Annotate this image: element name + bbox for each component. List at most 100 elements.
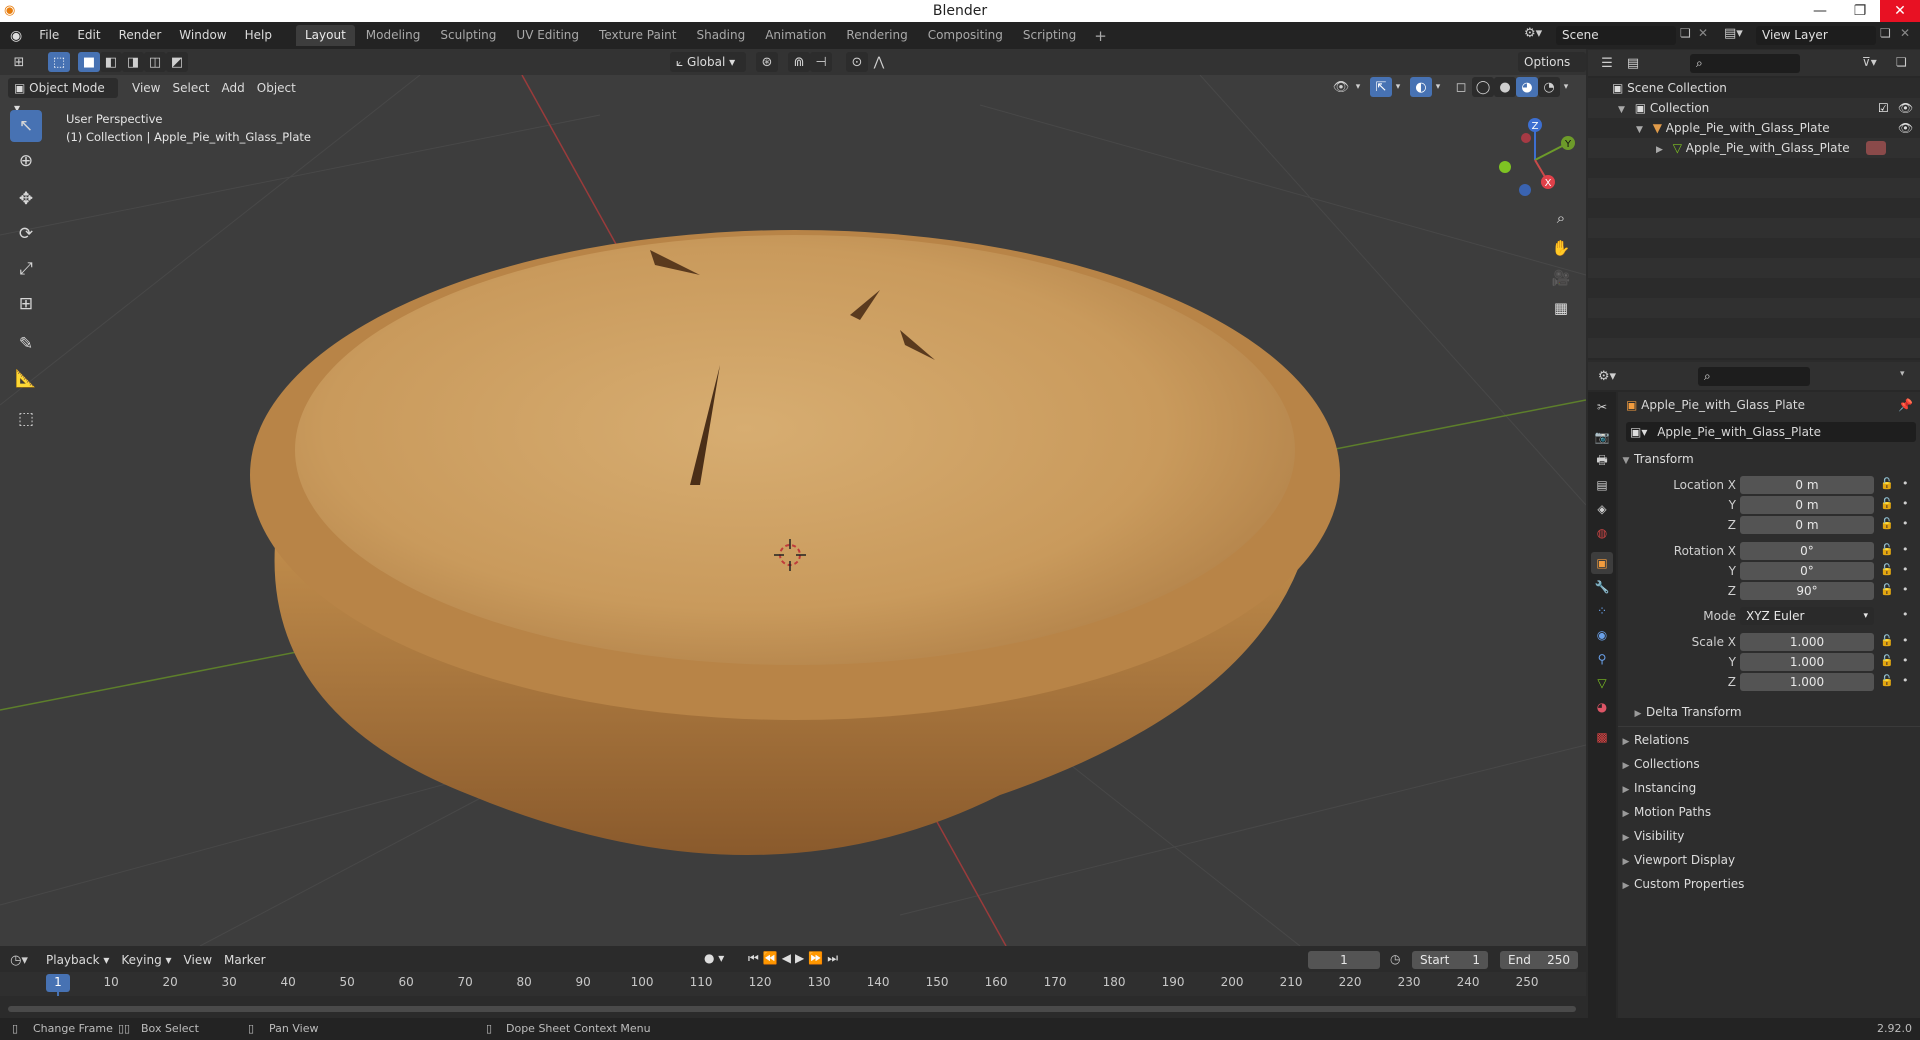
collection-visibility-eye-icon[interactable]: 👁 bbox=[1898, 98, 1913, 118]
tab-modeling[interactable]: Modeling bbox=[357, 25, 430, 46]
overlay-toggle-icon[interactable]: ◐ bbox=[1410, 77, 1432, 97]
object-datablock-field[interactable]: ▣▾ Apple_Pie_with_Glass_Plate bbox=[1626, 422, 1916, 442]
location-z-field[interactable]: 0 m bbox=[1740, 516, 1874, 534]
timeline-menu-keying[interactable]: Keying ▾ bbox=[115, 950, 177, 970]
scale-x-field[interactable]: 1.000 bbox=[1740, 633, 1874, 651]
snap-target-icon[interactable]: ⊣ bbox=[810, 52, 832, 72]
constraints-tab-icon[interactable]: ⚲ bbox=[1591, 648, 1613, 670]
tab-rendering[interactable]: Rendering bbox=[837, 25, 916, 46]
mode-dropdown[interactable]: ▣ Object Mode ▾ bbox=[8, 78, 118, 115]
lock-icon[interactable]: 🔓 bbox=[1880, 634, 1894, 647]
render-tab-icon[interactable]: 📷 bbox=[1591, 426, 1613, 448]
rotation-z-field[interactable]: 90° bbox=[1740, 582, 1874, 600]
data-tab-icon[interactable]: ▽ bbox=[1591, 672, 1613, 694]
lock-icon[interactable]: 🔓 bbox=[1880, 654, 1894, 667]
play-reverse-icon[interactable]: ◀ bbox=[782, 951, 795, 965]
lock-icon[interactable]: 🔓 bbox=[1880, 543, 1894, 556]
object-tab-icon[interactable]: ▣ bbox=[1591, 552, 1613, 574]
relations-section[interactable]: ▶ Relations bbox=[1618, 728, 1920, 752]
output-tab-icon[interactable]: 🖶 bbox=[1591, 450, 1613, 472]
keyframe-dot-icon[interactable]: • bbox=[1902, 674, 1909, 687]
lock-icon[interactable]: 🔓 bbox=[1880, 517, 1894, 530]
rotate-tool-icon[interactable]: ⟳ bbox=[10, 218, 42, 250]
current-frame-field[interactable]: 1 bbox=[1308, 951, 1380, 969]
modifier-tab-icon[interactable]: 🔧 bbox=[1591, 576, 1613, 598]
lock-icon[interactable]: 🔓 bbox=[1880, 497, 1894, 510]
filter-icon[interactable]: ⊽▾ bbox=[1862, 55, 1877, 69]
mode-intersect-icon[interactable]: ◩ bbox=[166, 52, 188, 72]
rotation-x-field[interactable]: 0° bbox=[1740, 542, 1874, 560]
object-visibility-eye-icon[interactable]: 👁 bbox=[1898, 118, 1913, 138]
scale-tool-icon[interactable]: ⤢ bbox=[10, 253, 42, 285]
mode-new-icon[interactable]: ■ bbox=[78, 52, 100, 72]
lock-icon[interactable]: 🔓 bbox=[1880, 477, 1894, 490]
lock-icon[interactable]: 🔓 bbox=[1880, 674, 1894, 687]
material-icon[interactable] bbox=[1866, 141, 1886, 155]
frame-ruler[interactable]: 1 10 20 30 40 50 60 70 80 90 100 110 120 130 140 150 160… bbox=[0, 972, 1586, 1008]
add-cube-tool-icon[interactable]: ⬚ bbox=[10, 403, 42, 435]
lock-icon[interactable]: 🔓 bbox=[1880, 583, 1894, 596]
visibility-dropdown-icon[interactable]: ▾ bbox=[1352, 77, 1364, 97]
shading-dropdown-icon[interactable]: ▾ bbox=[1560, 77, 1572, 97]
timeline-menu-playback[interactable]: Playback ▾ bbox=[40, 950, 115, 970]
custom-properties-section[interactable]: ▶ Custom Properties bbox=[1618, 872, 1920, 896]
use-preview-range-icon[interactable]: ◷ bbox=[1390, 952, 1400, 966]
menu-window[interactable]: Window bbox=[170, 22, 235, 49]
cursor-tool-icon[interactable]: ⊕ bbox=[10, 145, 42, 177]
viewport-menu-select[interactable]: Select bbox=[166, 78, 215, 98]
outliner-row-object[interactable]: ▼ ▼ Apple_Pie_with_Glass_Plate 👁 bbox=[1588, 118, 1920, 138]
keyframe-dot-icon[interactable]: • bbox=[1902, 583, 1909, 596]
viewport-menu-view[interactable]: View bbox=[126, 78, 166, 98]
outliner-search-input[interactable]: ⌕ bbox=[1690, 54, 1800, 73]
camera-view-icon[interactable]: 🎥 bbox=[1548, 265, 1574, 291]
menu-render[interactable]: Render bbox=[110, 22, 171, 49]
gizmo-toggle-icon[interactable]: ⇱ bbox=[1370, 77, 1392, 97]
outliner-row-scene-collection[interactable]: ▣ Scene Collection bbox=[1588, 78, 1920, 98]
play-icon[interactable]: ▶ bbox=[795, 951, 808, 965]
pin-icon[interactable]: 📌 bbox=[1898, 392, 1913, 418]
zoom-icon[interactable]: ⌕ bbox=[1548, 205, 1574, 231]
tab-animation[interactable]: Animation bbox=[756, 25, 835, 46]
timeline-scrollbar[interactable] bbox=[8, 1006, 1576, 1012]
jump-start-icon[interactable]: ⏮ bbox=[748, 951, 763, 965]
material-tab-icon[interactable]: ◕ bbox=[1591, 696, 1613, 718]
move-tool-icon[interactable]: ✥ bbox=[10, 183, 42, 215]
physics-tab-icon[interactable]: ◉ bbox=[1591, 624, 1613, 646]
tab-scripting[interactable]: Scripting bbox=[1014, 25, 1085, 46]
restore-icon[interactable]: ❐ bbox=[1840, 0, 1880, 22]
new-view-layer-icon[interactable]: ❏ bbox=[1880, 26, 1891, 40]
tab-texture-paint[interactable]: Texture Paint bbox=[590, 25, 685, 46]
visibility-eye-icon[interactable]: 👁 bbox=[1330, 77, 1352, 97]
viewport-display-section[interactable]: ▶ Viewport Display bbox=[1618, 848, 1920, 872]
world-tab-icon[interactable]: ◍ bbox=[1591, 522, 1613, 544]
pan-hand-icon[interactable]: ✋ bbox=[1548, 235, 1574, 261]
ortho-grid-icon[interactable]: ▦ bbox=[1548, 295, 1574, 321]
gizmo-dropdown-icon[interactable]: ▾ bbox=[1392, 77, 1404, 97]
instancing-section[interactable]: ▶ Instancing bbox=[1618, 776, 1920, 800]
visibility-section[interactable]: ▶ Visibility bbox=[1618, 824, 1920, 848]
shading-wireframe-icon[interactable]: ◯ bbox=[1472, 77, 1494, 97]
expand-mesh-icon[interactable]: ▶ bbox=[1656, 145, 1663, 155]
rotation-y-field[interactable]: 0° bbox=[1740, 562, 1874, 580]
menu-file[interactable]: File bbox=[30, 22, 68, 49]
outliner-editor-type-icon[interactable]: ☰ bbox=[1596, 53, 1618, 73]
measure-tool-icon[interactable]: 📐 bbox=[10, 363, 42, 395]
expand-collection-icon[interactable]: ▼ bbox=[1618, 105, 1625, 115]
motion-paths-section[interactable]: ▶ Motion Paths bbox=[1618, 800, 1920, 824]
delete-view-layer-icon[interactable]: ✕ bbox=[1900, 26, 1910, 40]
scene-field[interactable]: Scene bbox=[1556, 26, 1676, 45]
shading-material-icon[interactable]: ◕ bbox=[1516, 77, 1538, 97]
location-y-field[interactable]: 0 m bbox=[1740, 496, 1874, 514]
xray-toggle-icon[interactable]: ◻ bbox=[1450, 77, 1472, 97]
particles-tab-icon[interactable]: ⁘ bbox=[1591, 600, 1613, 622]
viewport-menu-object[interactable]: Object bbox=[251, 78, 302, 98]
minimize-icon[interactable]: — bbox=[1800, 0, 1840, 22]
tool-tab-icon[interactable]: ✂ bbox=[1591, 396, 1613, 418]
collection-exclude-checkbox[interactable]: ☑ bbox=[1878, 98, 1889, 118]
expand-object-icon[interactable]: ▼ bbox=[1636, 125, 1643, 135]
select-box-tool-icon[interactable]: ⬚ bbox=[48, 52, 70, 72]
location-x-field[interactable]: 0 m bbox=[1740, 476, 1874, 494]
close-icon[interactable]: ✕ bbox=[1880, 0, 1920, 22]
keyframe-dot-icon[interactable]: • bbox=[1902, 654, 1909, 667]
timeline-menu-marker[interactable]: Marker bbox=[218, 950, 271, 970]
